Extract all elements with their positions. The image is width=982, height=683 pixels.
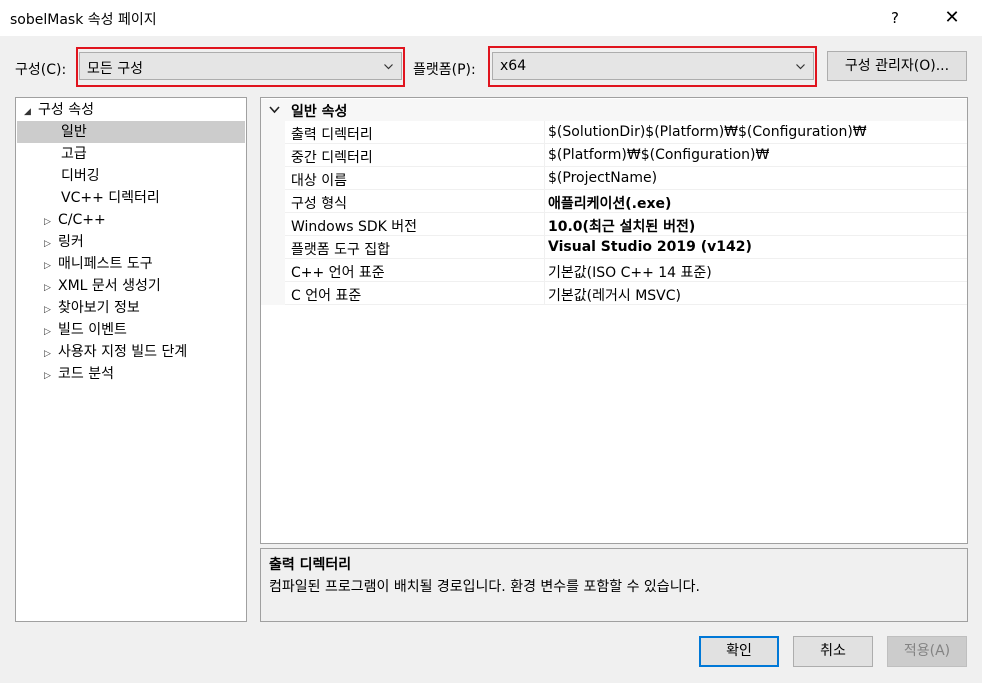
title-bar: sobelMask 속성 페이지 ? ✕ [0, 0, 982, 36]
tree-item-vc-directories[interactable]: VC++ 디렉터리 [61, 187, 160, 209]
property-gutter [261, 121, 285, 305]
tree-item-xml-doc-generator[interactable]: ▷ XML 문서 생성기 [44, 275, 161, 297]
property-grid: 일반 속성 출력 디렉터리 $(SolutionDir)$(Platform)₩… [260, 97, 968, 544]
property-category-label: 일반 속성 [291, 104, 348, 120]
platform-label: 플랫폼(P): [413, 62, 476, 78]
window-title: sobelMask 속성 페이지 [10, 12, 157, 28]
description-title: 출력 디렉터리 [269, 557, 352, 573]
property-row-output-directory[interactable]: 출력 디렉터리 $(SolutionDir)$(Platform)₩$(Conf… [285, 121, 967, 144]
tree-root-config-properties[interactable]: ◢ 구성 속성 [24, 99, 94, 121]
property-category-general[interactable]: 일반 속성 [261, 99, 967, 121]
property-row-target-name[interactable]: 대상 이름 $(ProjectName) [285, 167, 967, 190]
expand-triangle-icon[interactable]: ▷ [44, 255, 58, 277]
expand-triangle-icon[interactable]: ▷ [44, 343, 58, 365]
collapse-triangle-icon[interactable]: ◢ [24, 101, 38, 123]
tree-item-general[interactable]: 일반 [17, 121, 245, 143]
tree-item-custom-build-step[interactable]: ▷ 사용자 지정 빌드 단계 [44, 341, 187, 363]
chevron-down-icon[interactable] [269, 105, 280, 114]
expand-triangle-icon[interactable]: ▷ [44, 321, 58, 343]
tree-item-build-events[interactable]: ▷ 빌드 이벤트 [44, 319, 127, 341]
tree-item-cpp[interactable]: ▷ C/C++ [44, 209, 106, 231]
expand-triangle-icon[interactable]: ▷ [44, 365, 58, 387]
config-highlight-box [76, 47, 405, 87]
close-button[interactable]: ✕ [932, 4, 972, 32]
description-panel: 출력 디렉터리 컴파일된 프로그램이 배치될 경로입니다. 환경 변수를 포함할… [260, 548, 968, 622]
expand-triangle-icon[interactable]: ▷ [44, 277, 58, 299]
ok-button[interactable]: 확인 [699, 636, 779, 667]
expand-triangle-icon[interactable]: ▷ [44, 299, 58, 321]
property-row-configuration-type[interactable]: 구성 형식 애플리케이션(.exe) [285, 190, 967, 213]
property-row-platform-toolset[interactable]: 플랫폼 도구 집합 Visual Studio 2019 (v142) [285, 236, 967, 259]
property-tree: ◢ 구성 속성 일반 고급 디버깅 VC++ 디렉터리 ▷ C/C++ ▷ 링커 ▷ 매… [15, 97, 247, 622]
property-row-cpp-language-standard[interactable]: C++ 언어 표준 기본값(ISO C++ 14 표준) [285, 259, 967, 282]
expand-triangle-icon[interactable]: ▷ [44, 233, 58, 255]
help-button[interactable]: ? [878, 4, 912, 32]
tree-item-advanced[interactable]: 고급 [61, 143, 87, 165]
expand-triangle-icon[interactable]: ▷ [44, 211, 58, 233]
tree-item-debugging[interactable]: 디버깅 [61, 165, 100, 187]
tree-root-label: 구성 속성 [38, 102, 94, 118]
tree-item-browse-info[interactable]: ▷ 찾아보기 정보 [44, 297, 140, 319]
apply-button[interactable]: 적용(A) [887, 636, 967, 667]
property-row-c-language-standard[interactable]: C 언어 표준 기본값(레거시 MSVC) [285, 282, 967, 305]
tree-item-code-analysis[interactable]: ▷ 코드 분석 [44, 363, 114, 385]
description-text: 컴파일된 프로그램이 배치될 경로입니다. 환경 변수를 포함할 수 있습니다. [269, 579, 700, 595]
property-row-windows-sdk-version[interactable]: Windows SDK 버전 10.0(최근 설치된 버전) [285, 213, 967, 236]
property-row-intermediate-directory[interactable]: 중간 디렉터리 $(Platform)₩$(Configuration)₩ [285, 144, 967, 167]
platform-highlight-box [488, 46, 817, 87]
config-manager-button[interactable]: 구성 관리자(O)... [827, 51, 967, 81]
config-label: 구성(C): [15, 62, 67, 78]
tree-item-manifest-tool[interactable]: ▷ 매니페스트 도구 [44, 253, 153, 275]
cancel-button[interactable]: 취소 [793, 636, 873, 667]
tree-item-linker[interactable]: ▷ 링커 [44, 231, 84, 253]
